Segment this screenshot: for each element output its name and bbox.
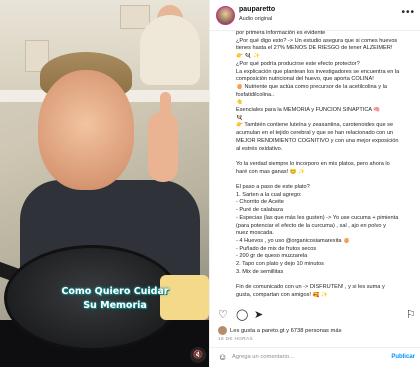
caption-line: - Chorrito de Aceite [236,199,284,206]
overlay-line-1: Como Quiero Cuidar [61,286,169,297]
caption-line: 🍳 [236,114,243,121]
liker-avatar [218,326,227,335]
likes-text: Les gusta a pareto.gt y 6738 personas má… [230,328,342,335]
likes-summary[interactable]: Les gusta a pareto.gt y 6738 personas má… [218,326,342,335]
publish-button[interactable]: Publicar [391,354,415,360]
caption-line: 2. Tapo con plato y dejo 10 minutos [236,261,324,268]
heart-icon[interactable]: ♡ [218,308,228,321]
post-header: pauparetto Audio original ••• [210,0,420,31]
caption-line: MEJOR RENDIMIENTO COGNITIVO y con una me… [236,137,399,144]
man-face [38,70,134,190]
caption-line: Fin de comunicado con un -> DISFRUTEN! ,… [236,284,385,291]
caption-line [236,277,417,285]
caption-line [236,176,417,184]
send-icon[interactable]: ➤ [254,308,263,321]
caption-line: al estrés oxidativo. [236,145,283,152]
raised-hand [148,112,178,182]
caption-line: (para potenciar el efecto de la curcuma)… [236,222,386,229]
caption-line: Esenciales para la MEMORIA y FUNCIÓN SIN… [236,107,381,114]
caption-line: La explicación que plantean los investig… [236,68,400,75]
mute-icon[interactable]: 🔇 [190,347,206,363]
caption-line: 3. Mix de semillitas [236,268,284,275]
post-details-panel: pauparetto Audio original ••• por primer… [209,0,420,367]
comment-input[interactable]: Agrega un comentario... [232,354,294,360]
caption-line: - Especias (las que más les gusten) -> Y… [236,214,399,221]
overlay-line-2: Su Memoria [83,300,147,311]
post-photo[interactable]: Como Quiero Cuidar Su Memoria 🔇 [0,0,209,367]
caption-line: 👉 También contiene luteína y zeaxantina,… [236,122,394,129]
comment-icon[interactable]: ◯ [236,308,248,321]
bookmark-icon[interactable]: ⚐ [406,308,416,321]
caption-line: acumulan en el tejido cerebral y que se … [236,130,394,137]
video-overlay-text: Como Quiero Cuidar Su Memoria [60,285,170,313]
caption-line: 1. Sarten a la cual agrego: [236,191,302,198]
caption-line: - 200 gr de queso muzzarela [236,253,308,260]
background-person [140,15,200,85]
caption-line: haré con mas ganas! 😊 ✨ [236,168,306,175]
emoji-icon[interactable]: ☺ [218,352,227,362]
caption-line: Yo la verdad siempre lo incorporo en mis… [236,160,390,167]
caption-line: 👉 🍳 ✨ [236,53,261,60]
caption-line: por primera información es evidente [236,30,326,36]
caption-line: 👆 [236,99,243,106]
caption-line [236,153,417,161]
post-actions: ♡ ◯ ➤ ⚐ [210,306,420,324]
caption-line: ¿Por qué digo esto? -> Un estudio asegur… [236,37,398,44]
caption-line: - Puñado de mix de frutos secos [236,245,317,252]
caption-line: 🥚 Nutriente que actúa como precursor de … [236,83,387,90]
audio-subtitle[interactable]: Audio original [239,16,272,22]
caption-line: tienes hasta el 27% MENOS DE RIESGO de t… [236,45,393,52]
caption-line: ¿Por qué podría producirse este efecto p… [236,60,360,67]
caption-line: El paso a paso de este plato? [236,184,310,191]
comment-bar: ☺ Agrega un comentario... Publicar [210,347,420,368]
caption-line: - Puré de calabaza [236,207,283,214]
post-caption: por primera información es evidente ¿Por … [236,30,417,303]
more-options-icon[interactable]: ••• [401,7,415,18]
caption-line: nuez moscada. [236,230,274,237]
caption-line: fosfatidilcolina.. [236,91,275,98]
avatar[interactable] [216,6,235,25]
post-time: 16 DE HORAS [218,337,254,342]
instagram-post-view: Como Quiero Cuidar Su Memoria 🔇 pauparet… [0,0,420,367]
caption-line: gusta, compartan con amigos! 🥰 ✨ [236,291,328,298]
caption-line: - 4 Huevos , yo uso @organicosiamarexita… [236,237,350,244]
username[interactable]: pauparetto [239,6,275,13]
caption-line: composición nutricional del huevo, que a… [236,76,374,83]
